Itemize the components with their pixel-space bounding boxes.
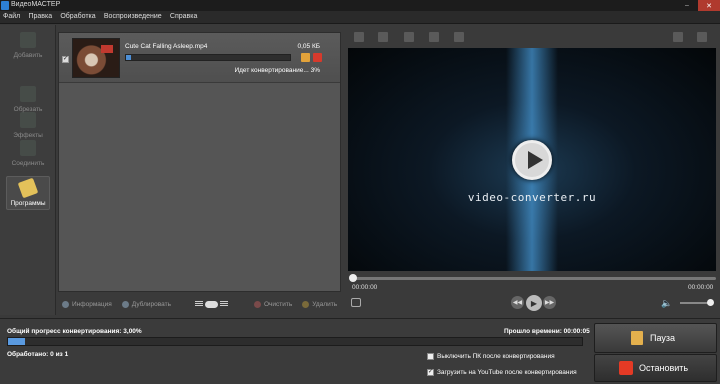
info-icon <box>62 300 69 308</box>
overall-progress-fill <box>8 338 26 345</box>
window-title: ВидеоМАСТЕР <box>11 1 61 8</box>
menu-processing[interactable]: Обработка <box>57 11 98 20</box>
menu-file[interactable]: Файл <box>0 11 23 20</box>
info-button[interactable]: Информация <box>58 300 112 308</box>
volume-icon[interactable]: 🔈 <box>661 298 672 309</box>
text-overlay-icon[interactable] <box>429 32 439 42</box>
shutdown-option[interactable]: Выключить ПК после конвертирования <box>427 353 555 360</box>
video-preview[interactable]: video-converter.ru <box>348 48 716 271</box>
shutdown-label: Выключить ПК после конвертирования <box>437 353 555 360</box>
duplicate-icon <box>121 300 129 308</box>
file-checkbox[interactable]: ✓ <box>62 56 69 63</box>
effects-icon <box>20 112 36 128</box>
list-view-icon[interactable] <box>194 301 203 307</box>
time-current: 00:00:00 <box>352 284 378 291</box>
clear-icon <box>253 300 261 308</box>
youtube-option[interactable]: ✓ Загрузить на YouTube после конвертиров… <box>427 369 577 376</box>
preview-toolbar <box>348 29 716 46</box>
file-progress-fill <box>126 55 131 60</box>
list-toolbar: Информация Дублировать Очистить Удалить <box>58 296 341 312</box>
file-size: 0,05 КБ <box>297 43 320 50</box>
file-row[interactable]: ✓ Cute Cat Falling Asleep.mp4 0,05 КБ Ид… <box>59 33 340 83</box>
tool-join-button[interactable]: Соединить <box>6 137 50 171</box>
programs-icon <box>17 177 39 199</box>
menu-edit[interactable]: Правка <box>25 11 55 20</box>
file-progress-bar <box>125 54 291 61</box>
stop-icon <box>619 361 633 375</box>
stop-button[interactable]: Остановить <box>594 354 717 382</box>
shutdown-checkbox[interactable] <box>427 353 434 360</box>
delete-button[interactable]: Удалить <box>298 300 338 308</box>
row-pause-icon[interactable] <box>301 53 310 62</box>
time-total: 00:00:00 <box>688 284 714 291</box>
video-thumbnail <box>72 38 120 78</box>
brightness-icon[interactable] <box>404 32 414 42</box>
overall-progress-label: Общий прогресс конвертирования: 3,00% <box>7 328 142 335</box>
file-list: ✓ Cute Cat Falling Asleep.mp4 0,05 КБ Ид… <box>58 32 341 292</box>
tool-join-label: Соединить <box>11 160 45 167</box>
tool-panel: Добавить Обрезать Эффекты Соединить Прог… <box>0 25 56 315</box>
file-status: Идет конвертирование... 3% <box>234 67 320 74</box>
clear-button[interactable]: Очистить <box>250 300 293 308</box>
compare-icon[interactable] <box>673 32 683 42</box>
window-controls: – ✕ <box>676 0 720 11</box>
app-logo-icon <box>1 1 9 10</box>
delete-label: Удалить <box>312 300 338 308</box>
tool-programs-label: Программы <box>10 200 46 207</box>
rotate-icon[interactable] <box>378 32 388 42</box>
clear-label: Очистить <box>263 300 293 308</box>
overall-progress-bar <box>7 337 583 346</box>
pause-icon <box>631 331 643 345</box>
cut-icon <box>20 86 36 102</box>
forward-icon[interactable]: ▶▶ <box>543 296 556 309</box>
youtube-checkbox[interactable]: ✓ <box>427 369 434 376</box>
tool-programs-button[interactable]: Программы <box>6 176 50 210</box>
close-icon[interactable]: ✕ <box>698 0 720 11</box>
pause-button[interactable]: Пауза <box>594 323 717 353</box>
play-button[interactable]: ▶ <box>526 295 542 311</box>
youtube-label: Загрузить на YouTube после конвертирован… <box>437 369 577 376</box>
title-bar: ВидеоМАСТЕР – ✕ <box>0 0 720 11</box>
row-stop-icon[interactable] <box>313 53 322 62</box>
seek-bar[interactable] <box>352 277 716 280</box>
join-icon <box>20 140 36 156</box>
tool-add-button[interactable]: Добавить <box>6 29 50 63</box>
seek-handle[interactable] <box>349 274 357 282</box>
crop-icon[interactable] <box>354 32 364 42</box>
duplicate-label: Дублировать <box>131 300 171 308</box>
stop-label: Остановить <box>639 363 689 373</box>
menu-bar: Файл Правка Обработка Воспроизведение Сп… <box>0 11 720 24</box>
snapshot-icon[interactable] <box>351 298 361 307</box>
fullscreen-icon[interactable] <box>697 32 707 42</box>
menu-help[interactable]: Справка <box>167 11 200 20</box>
play-overlay-icon[interactable] <box>512 140 552 180</box>
file-name: Cute Cat Falling Asleep.mp4 <box>125 43 208 50</box>
pause-label: Пауза <box>650 333 676 343</box>
preview-watermark: video-converter.ru <box>467 191 597 204</box>
speed-icon[interactable] <box>454 32 464 42</box>
volume-handle[interactable] <box>707 299 714 306</box>
view-toggle[interactable] <box>194 300 228 308</box>
menu-playback[interactable]: Воспроизведение <box>101 11 165 20</box>
rewind-icon[interactable]: ◀◀ <box>511 296 524 309</box>
delete-icon <box>302 300 310 308</box>
view-switch[interactable] <box>204 300 218 308</box>
processed-count: Обработано: 0 из 1 <box>7 351 69 358</box>
duplicate-button[interactable]: Дублировать <box>118 300 171 308</box>
tool-add-label: Добавить <box>13 52 43 59</box>
grid-view-icon[interactable] <box>219 301 228 307</box>
minimize-icon[interactable]: – <box>676 0 698 11</box>
info-label: Информация <box>72 300 112 308</box>
elapsed-time: Прошло времени: 00:00:05 <box>504 328 590 335</box>
add-film-icon <box>20 32 36 48</box>
